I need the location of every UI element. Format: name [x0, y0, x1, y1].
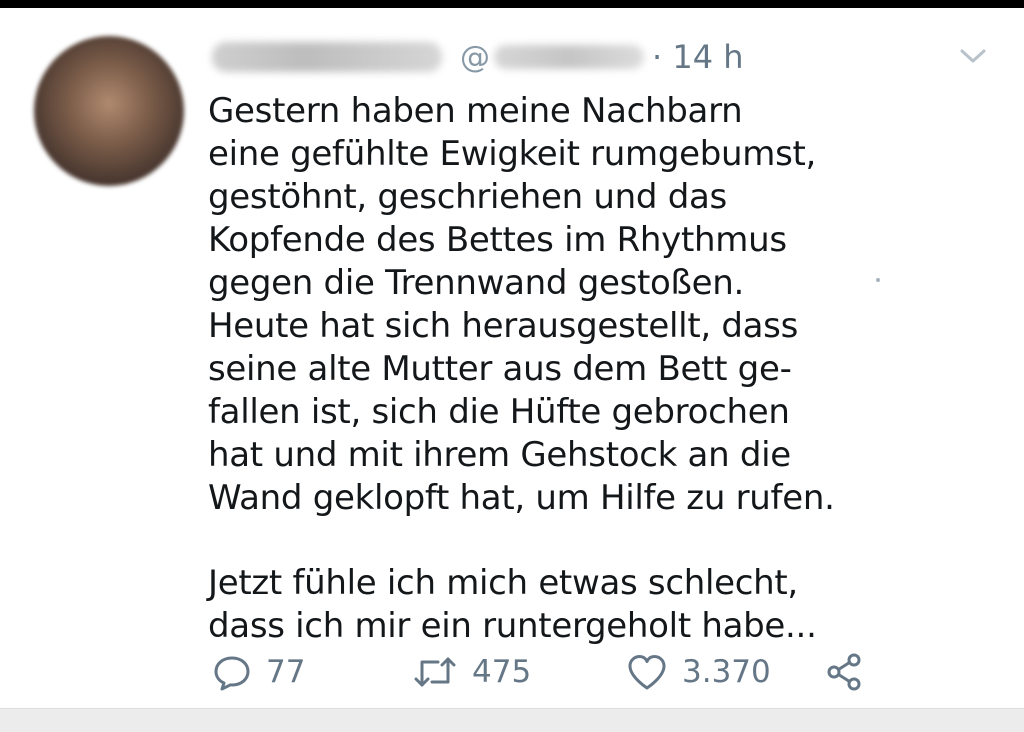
tweet-header: @ · 14 h: [212, 32, 744, 82]
tweet-text-line: Gestern haben meine Nachbarn: [208, 91, 743, 131]
tweet-text-line: seine alte Mutter aus dem Bett ge-: [208, 349, 792, 389]
tweet-text-line: dass ich mir ein runtergeholt habe...: [208, 606, 817, 646]
share-icon: [827, 653, 861, 691]
tweet-text-line: hat und mit ihrem Gehstock an die: [208, 435, 791, 475]
handle-at-sign: @: [460, 39, 490, 75]
tweet-text-line: Kopfende des Bettes im Rhythmus: [208, 220, 787, 260]
tweet-text-line: gegen die Trennwand gestoßen.: [208, 263, 745, 303]
heart-icon: [628, 655, 666, 690]
tweet-card[interactable]: @ · 14 h Gestern haben meine Nachbarn ei…: [0, 8, 1024, 708]
top-bar: [0, 0, 1024, 8]
retweet-icon: [414, 657, 456, 687]
blurred-handle: [494, 45, 644, 69]
reply-count: 77: [266, 654, 306, 690]
blurred-display-name: [212, 42, 442, 72]
like-button[interactable]: 3.370: [626, 652, 771, 692]
chevron-down-icon[interactable]: [958, 46, 988, 66]
tweet-text-line: Heute hat sich herausgestellt, dass: [208, 306, 799, 346]
retweet-button[interactable]: 475: [412, 652, 531, 692]
tweet-text-line: eine gefühlte Ewigkeit rumgebumst,: [208, 134, 817, 174]
reply-button[interactable]: 77: [212, 652, 305, 692]
tweet-text-line: gestöhnt, geschriehen und das: [208, 177, 727, 217]
tweet-actions: 77 475 3.370: [212, 652, 892, 696]
share-button[interactable]: [824, 652, 866, 692]
reply-icon: [214, 656, 250, 691]
image-speck: [876, 278, 880, 282]
tweet-text-line: Jetzt fühle ich mich etwas schlecht,: [208, 563, 798, 603]
avatar[interactable]: [34, 36, 184, 186]
tweet-text: Gestern haben meine Nachbarn eine gefühl…: [208, 90, 928, 648]
bottom-divider: [0, 708, 1024, 732]
tweet-timestamp[interactable]: · 14 h: [652, 38, 744, 76]
like-count: 3.370: [682, 654, 771, 690]
tweet-text-line: Wand geklopft hat, um Hilfe zu rufen.: [208, 478, 835, 518]
retweet-count: 475: [472, 654, 532, 690]
tweet-text-line: fallen ist, sich die Hüfte gebrochen: [208, 392, 790, 432]
